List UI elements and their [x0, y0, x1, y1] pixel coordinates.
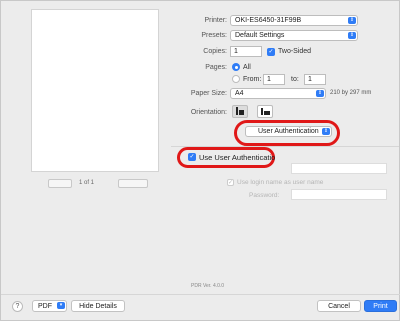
section-menu-value: User Authentication: [258, 128, 319, 135]
two-sided-label: Two-Sided: [278, 48, 312, 55]
version-text: PDR Ver. 4.0.0: [191, 283, 225, 289]
paper-size-select[interactable]: A4 ⇕: [230, 88, 326, 99]
print-dialog: 1 of 1 Printer: OKI-ES6450-31F99B ⇕ Pres…: [0, 0, 400, 321]
password-label: Password:: [249, 192, 280, 199]
pages-from-input[interactable]: 1: [263, 74, 285, 85]
pages-all-radio[interactable]: [232, 63, 240, 71]
chevron-updown-icon: ⇕: [316, 90, 324, 97]
printer-select[interactable]: OKI-ES6450-31F99B ⇕: [230, 15, 358, 26]
chevron-updown-icon: ⇕: [348, 32, 356, 39]
use-user-auth-label: Use User Authenticatio: [199, 153, 276, 162]
pages-from-label: From:: [243, 76, 262, 83]
pages-label: Pages:: [205, 64, 227, 71]
print-button[interactable]: Print: [364, 300, 397, 312]
preview-page-indicator: 1 of 1: [79, 180, 95, 186]
landscape-icon[interactable]: [257, 105, 273, 118]
preview-first-prev-buttons[interactable]: [48, 179, 72, 188]
printer-label: Printer:: [204, 17, 227, 24]
chevron-down-icon: ▾: [57, 302, 65, 309]
hide-details-button[interactable]: Hide Details: [71, 300, 125, 312]
login-name-checkbox[interactable]: ✓: [227, 179, 234, 186]
copies-input[interactable]: 1: [230, 46, 262, 57]
cancel-button[interactable]: Cancel: [317, 300, 361, 312]
login-name-label: Use login name as user name: [237, 179, 324, 186]
pages-to-label: to:: [291, 76, 299, 83]
portrait-icon[interactable]: [232, 105, 248, 118]
pages-to-input[interactable]: 1: [304, 74, 326, 85]
presets-label: Presets:: [201, 32, 227, 39]
paper-size-dimensions: 210 by 297 mm: [330, 90, 372, 96]
two-sided-checkbox[interactable]: ✓: [267, 48, 275, 56]
pdf-label: PDF: [38, 302, 52, 310]
copies-label: Copies:: [203, 48, 227, 55]
use-user-auth-checkbox[interactable]: ✓: [188, 153, 196, 161]
paper-size-value: A4: [235, 90, 244, 97]
preview-next-last-buttons[interactable]: [118, 179, 148, 188]
pages-range-radio[interactable]: [232, 75, 240, 83]
print-preview-page: [31, 9, 159, 172]
password-input[interactable]: [291, 189, 387, 200]
printer-value: OKI-ES6450-31F99B: [235, 17, 302, 24]
presets-select[interactable]: Default Settings ⇕: [230, 30, 358, 41]
user-name-input[interactable]: [291, 163, 387, 174]
pdf-menu-button[interactable]: PDF ▾: [32, 300, 67, 312]
chevron-updown-icon: ⇕: [348, 17, 356, 24]
help-button[interactable]: ?: [12, 301, 23, 312]
pages-all-label: All: [243, 64, 251, 71]
section-menu-select[interactable]: User Authentication ⇕: [245, 126, 332, 137]
presets-value: Default Settings: [235, 32, 285, 39]
paper-size-label: Paper Size:: [190, 90, 227, 97]
chevron-updown-icon: ⇕: [322, 128, 330, 135]
footer-divider: [1, 294, 400, 295]
orientation-label: Orientation:: [190, 109, 227, 116]
